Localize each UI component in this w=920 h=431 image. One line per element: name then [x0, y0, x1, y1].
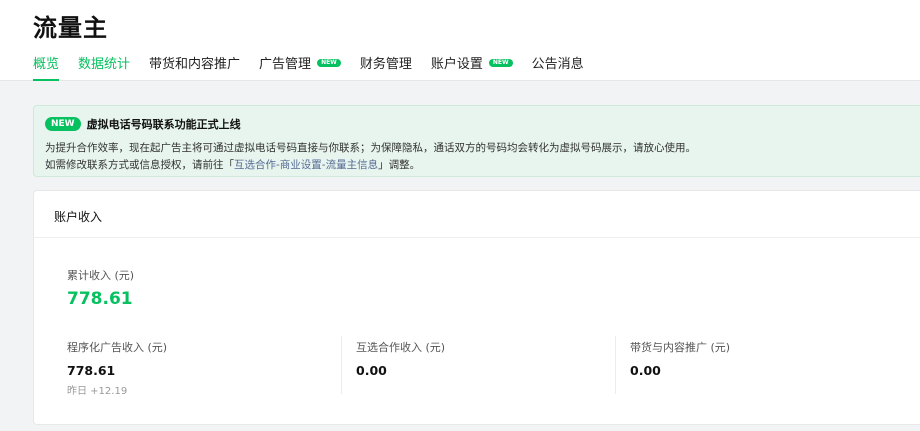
tab-label: 概览: [33, 57, 60, 72]
notice-text: 为提升合作效率，现在起广告主将可通过虚拟电话号码直接与你联系；为保障隐私，通话双…: [45, 142, 696, 154]
new-badge: NEW: [317, 59, 341, 67]
total-income-label: 累计收入 (元): [67, 269, 135, 282]
notice-header: NEW 虚拟电话号码联系功能正式上线: [45, 116, 241, 132]
new-badge: NEW: [488, 59, 513, 67]
income-value: 0.00: [356, 363, 387, 378]
header: 流量主 概览 数据统计 带货和内容推广 广告管理 NEW 财务管理 账户设置 NEW…: [0, 0, 920, 81]
notice-banner: NEW 虚拟电话号码联系功能正式上线 为提升合作效率，现在起广告主将可通过虚拟电…: [33, 105, 920, 177]
income-label: 程序化广告收入 (元): [67, 341, 168, 354]
income-label: 互选合作收入 (元): [356, 341, 446, 354]
income-yesterday-change: 昨日 +12.19: [67, 386, 128, 397]
income-value: 778.61: [67, 363, 116, 378]
tab-label: 数据统计: [78, 57, 131, 72]
income-label: 带货与内容推广 (元): [630, 341, 731, 354]
mutual-selection-income: 互选合作收入 (元) 0.00: [356, 339, 445, 395]
notice-title: 虚拟电话号码联系功能正式上线: [86, 118, 241, 131]
tab-finance[interactable]: 财务管理: [360, 56, 412, 80]
tab-announcements[interactable]: 公告消息: [532, 56, 584, 80]
divider: [341, 336, 342, 394]
tab-label: 带货和内容推广: [149, 57, 241, 72]
notice-text-suffix: 」调整。: [378, 159, 421, 171]
page: 流量主 概览 数据统计 带货和内容推广 广告管理 NEW 财务管理 账户设置 NEW…: [0, 0, 920, 431]
new-badge: NEW: [45, 117, 81, 131]
programmatic-ad-income: 程序化广告收入 (元) 778.61 昨日 +12.19: [67, 339, 168, 397]
page-title: 流量主: [33, 14, 108, 42]
tab-bar: 概览 数据统计 带货和内容推广 广告管理 NEW 财务管理 账户设置 NEW 公告消…: [33, 56, 603, 81]
tab-label: 财务管理: [359, 57, 412, 72]
card-title: 账户收入: [54, 210, 103, 224]
total-income-value: 778.61: [67, 289, 133, 309]
tab-label: 公告消息: [531, 57, 584, 72]
tab-overview[interactable]: 概览: [33, 56, 60, 81]
tab-account-settings[interactable]: 账户设置 NEW: [431, 56, 513, 80]
divider: [34, 237, 920, 238]
notice-text-prefix: 如需修改联系方式或信息授权，请前往「: [45, 159, 234, 171]
income-value: 0.00: [630, 363, 661, 378]
tab-ad-management[interactable]: 广告管理 NEW: [259, 56, 341, 80]
tab-data-stats[interactable]: 数据统计: [78, 56, 130, 80]
merchant-settings-link[interactable]: 互选合作-商业设置-流量主信息: [234, 159, 378, 171]
tab-label: 广告管理: [259, 57, 312, 72]
account-income-card: 账户收入 累计收入 (元) 778.61 程序化广告收入 (元) 778.61 …: [33, 190, 920, 425]
tab-commerce-promotion[interactable]: 带货和内容推广: [149, 56, 240, 80]
divider: [615, 336, 616, 394]
tab-label: 账户设置: [430, 57, 483, 72]
commerce-promotion-income: 带货与内容推广 (元) 0.00: [630, 339, 730, 395]
notice-text-settings: 如需修改联系方式或信息授权，请前往「互选合作-商业设置-流量主信息」调整。: [45, 157, 420, 172]
